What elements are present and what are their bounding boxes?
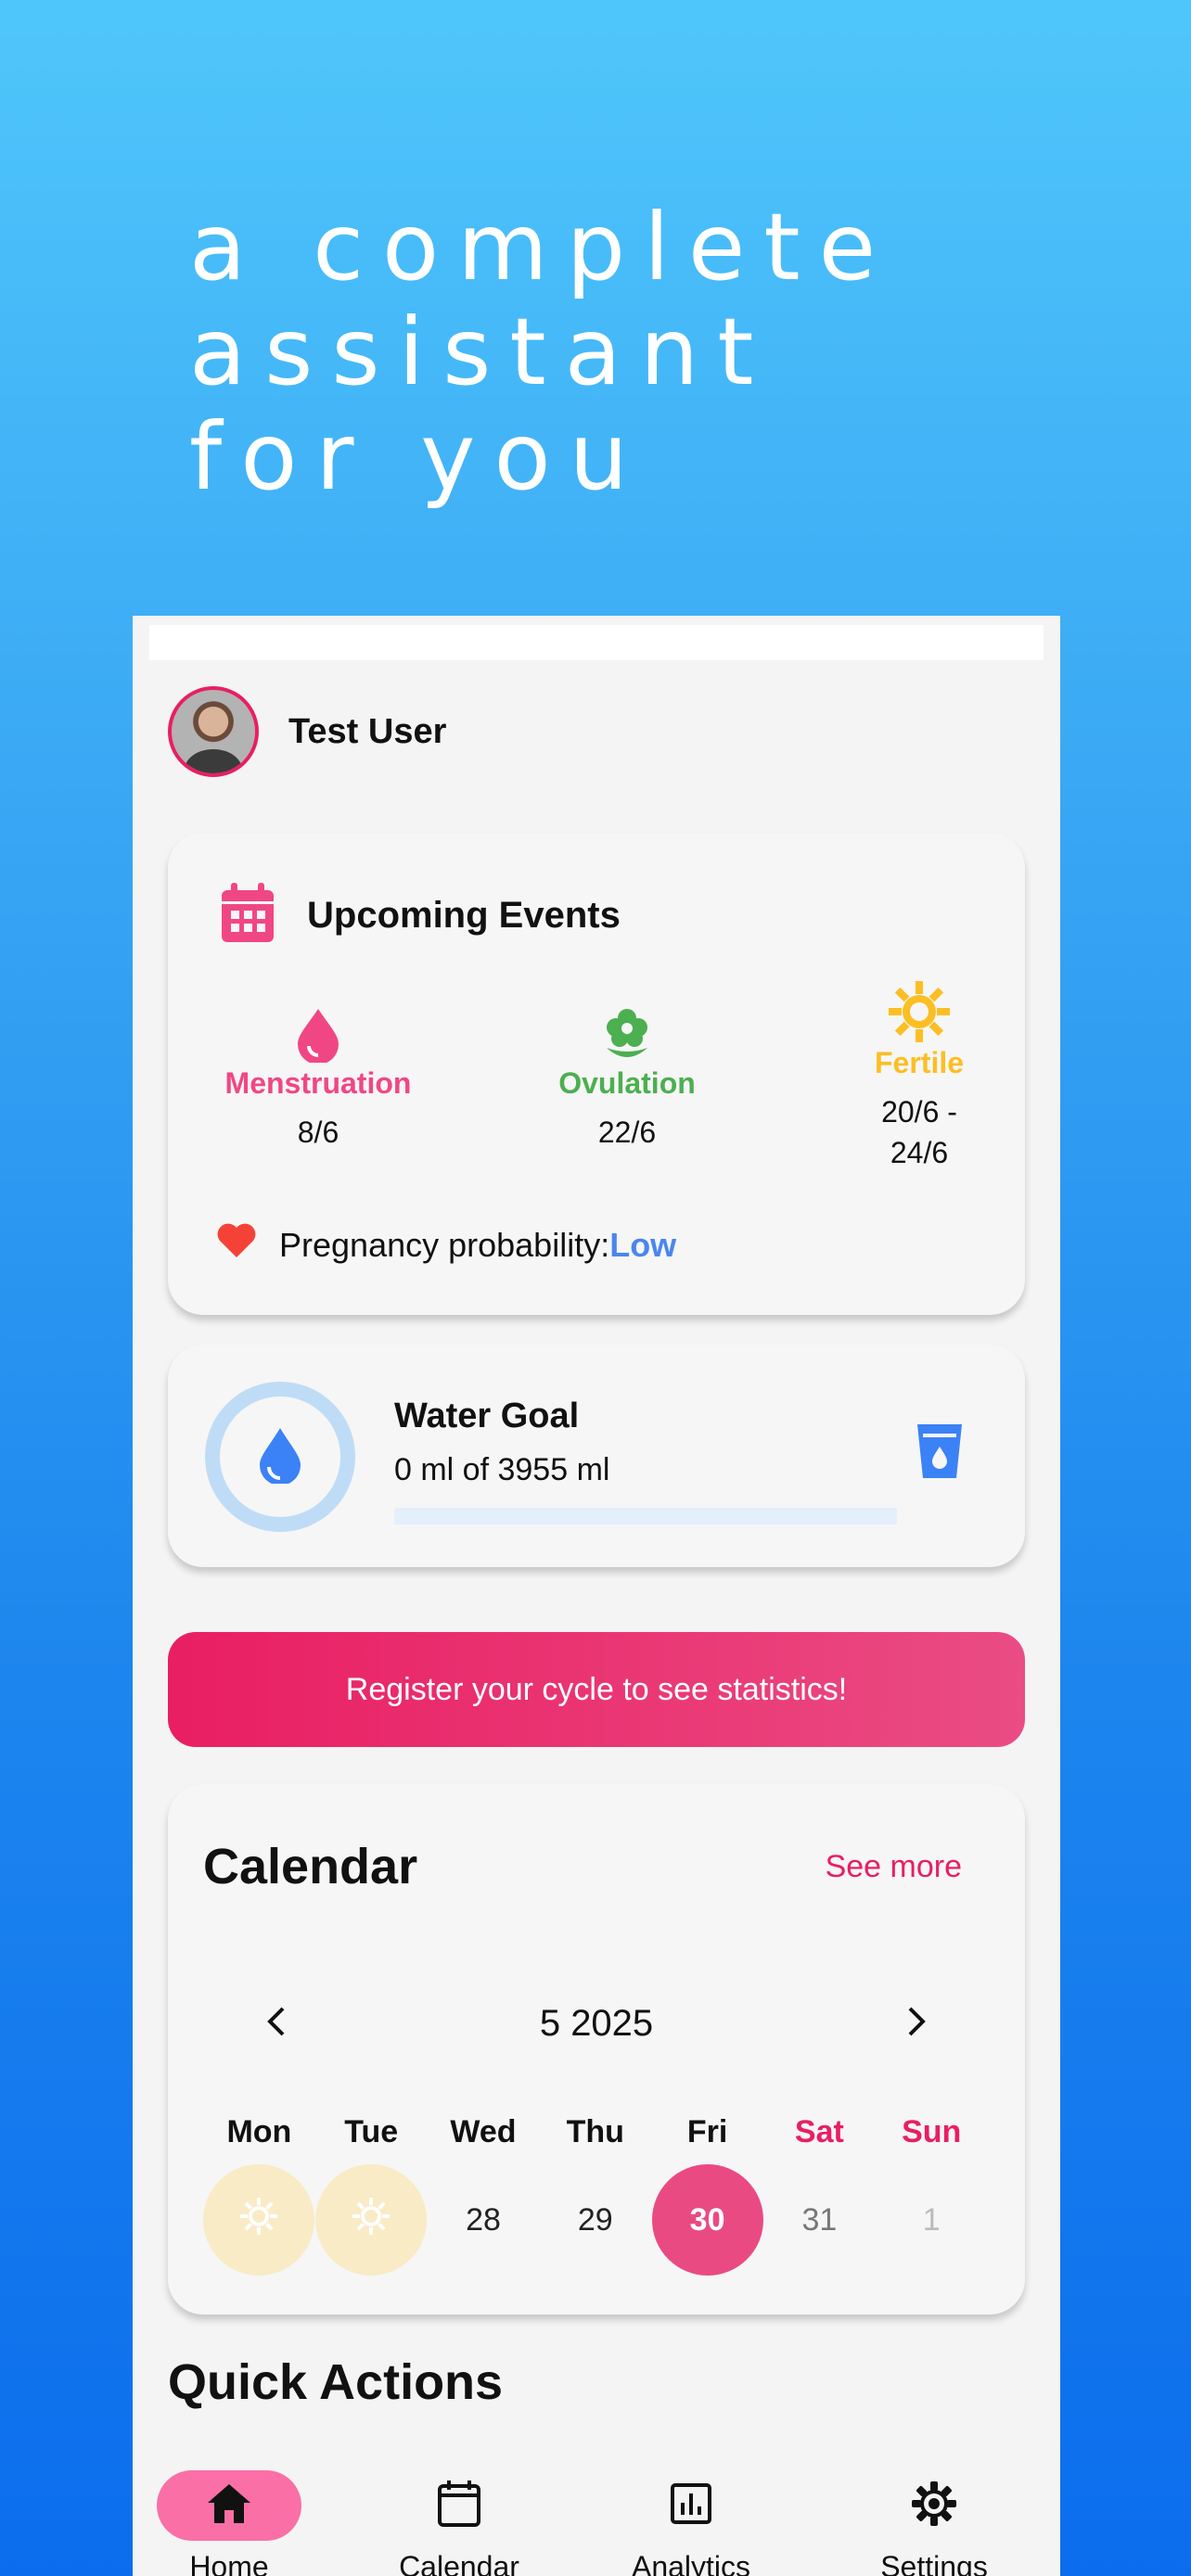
hero-headline: a complete assistant for you [189, 195, 894, 509]
nav-calendar-label: Calendar [399, 2550, 519, 2576]
nav-settings-label: Settings [880, 2550, 988, 2576]
hero-line-3: for you [189, 402, 647, 511]
water-goal-card[interactable]: Water Goal 0 ml of 3955 ml [168, 1345, 1025, 1567]
pregnancy-value: Low [609, 1225, 677, 1264]
username: Test User [288, 711, 447, 751]
date-cell[interactable]: 28 [428, 2164, 540, 2276]
nav-analytics-label: Analytics [631, 2550, 751, 2576]
fertile-event: Fertile 20/6 - 24/6 [864, 981, 975, 1173]
today-label: 30 [651, 2164, 763, 2276]
upcoming-events-title: Upcoming Events [307, 894, 621, 936]
nav-calendar[interactable]: Calendar [387, 2468, 531, 2576]
upcoming-events-card: Upcoming Events Menstruation 8/6 Ovulati… [168, 833, 1025, 1315]
calendar-outline-icon [437, 2480, 481, 2531]
drop-icon [212, 1007, 424, 1066]
dates-row: 28 29 30 31 1 [203, 2164, 988, 2276]
sun-outline-icon [240, 2197, 278, 2243]
weekday-wed: Wed [450, 2114, 517, 2149]
date-cell[interactable]: 31 [763, 2164, 876, 2276]
avatar[interactable] [168, 686, 259, 777]
weekday-thu: Thu [566, 2114, 624, 2149]
ovulation-label: Ovulation [558, 1066, 696, 1100]
hero-line-1: a complete [189, 193, 895, 301]
pregnancy-label: Pregnancy probability: [279, 1225, 610, 1264]
heart-icon [216, 1222, 257, 1268]
nav-settings[interactable]: Settings [862, 2468, 1006, 2576]
menstruation-label: Menstruation [224, 1066, 412, 1100]
weekday-sun: Sun [902, 2114, 962, 2149]
date-cell-fertile[interactable] [315, 2164, 428, 2276]
calendar-icon [220, 883, 275, 948]
water-goal-title: Water Goal [394, 1396, 580, 1435]
quick-actions-title: Quick Actions [168, 2354, 504, 2410]
menstruation-event: Menstruation 8/6 [212, 1007, 424, 1153]
status-bar [149, 625, 1044, 660]
analytics-icon [670, 2482, 712, 2529]
water-progress-ring [205, 1382, 355, 1532]
fertile-label: Fertile [874, 1046, 965, 1079]
date-cell-fertile[interactable] [203, 2164, 315, 2276]
nav-analytics[interactable]: Analytics [619, 2468, 763, 2576]
nav-home[interactable]: Home [157, 2468, 301, 2576]
bottom-nav: Home Calendar Analytics Settings [133, 2468, 1060, 2576]
menstruation-date: 8/6 [297, 1116, 339, 1149]
water-progress-bar [394, 1508, 897, 1524]
calendar-card: Calendar See more 5 2025 Mon Tue Wed Thu… [168, 1784, 1025, 2315]
register-cycle-button[interactable]: Register your cycle to see statistics! [168, 1632, 1025, 1747]
pregnancy-probability: Pregnancy probability: Low [216, 1222, 676, 1268]
weekday-mon: Mon [226, 2114, 292, 2149]
fertile-date-line-1: 20/6 - [881, 1095, 957, 1129]
gear-icon [911, 2480, 957, 2531]
sun-outline-icon [352, 2197, 391, 2243]
fertile-date-line-2: 24/6 [890, 1136, 949, 1169]
water-drop-icon [256, 1426, 304, 1487]
see-more-link[interactable]: See more [826, 1849, 962, 1885]
profile-header: Test User [168, 686, 446, 777]
weekday-tue: Tue [344, 2114, 399, 2149]
phone-screen: Test User Upcoming Events Menstruation 8… [133, 616, 1060, 2576]
glass-icon[interactable] [916, 1422, 964, 1484]
flower-icon [539, 1007, 715, 1066]
weekday-fri: Fri [686, 2114, 728, 2149]
water-goal-summary: 0 ml of 3955 ml [394, 1452, 610, 1487]
nav-home-label: Home [189, 2550, 269, 2576]
ovulation-event: Ovulation 22/6 [539, 1007, 715, 1153]
fertile-date: 20/6 - 24/6 [864, 1091, 975, 1173]
sun-icon [864, 981, 975, 1046]
weekday-sat: Sat [794, 2114, 844, 2149]
hero-line-2: assistant [189, 298, 773, 406]
date-cell[interactable]: 29 [539, 2164, 651, 2276]
calendar-title: Calendar [203, 1839, 418, 1894]
date-cell-today[interactable]: 30 [651, 2164, 763, 2276]
date-cell[interactable]: 1 [876, 2164, 988, 2276]
weekday-header: Mon Tue Wed Thu Fri Sat Sun [203, 2114, 988, 2150]
ovulation-date: 22/6 [597, 1116, 657, 1149]
home-icon [206, 2482, 252, 2529]
chevron-right-icon[interactable] [897, 2003, 934, 2040]
